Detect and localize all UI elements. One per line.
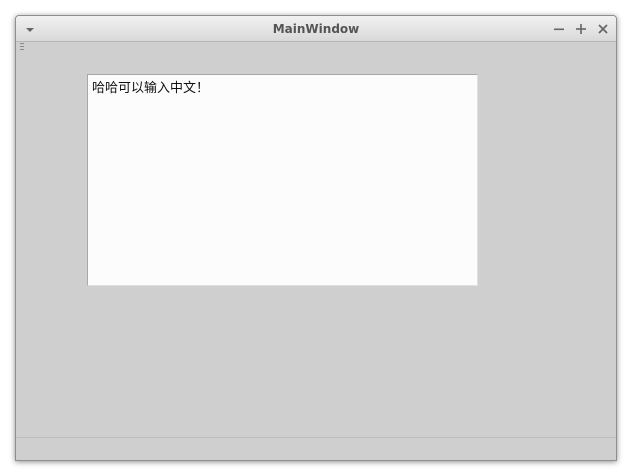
window-title: MainWindow — [272, 22, 360, 36]
text-editor[interactable]: 哈哈可以输入中文！ — [87, 74, 478, 286]
status-bar — [16, 437, 616, 460]
minimize-button[interactable] — [552, 21, 566, 37]
window-controls — [552, 21, 610, 37]
close-button[interactable] — [596, 21, 610, 37]
maximize-icon — [576, 24, 586, 34]
menu-bar — [16, 43, 616, 53]
main-window: MainWindow 哈哈可以输入中文！ — [15, 15, 617, 461]
title-bar[interactable]: MainWindow — [16, 16, 616, 42]
minimize-icon — [554, 24, 564, 34]
close-icon — [598, 24, 608, 34]
maximize-button[interactable] — [574, 21, 588, 37]
toolbar-grip-icon[interactable] — [20, 43, 24, 52]
